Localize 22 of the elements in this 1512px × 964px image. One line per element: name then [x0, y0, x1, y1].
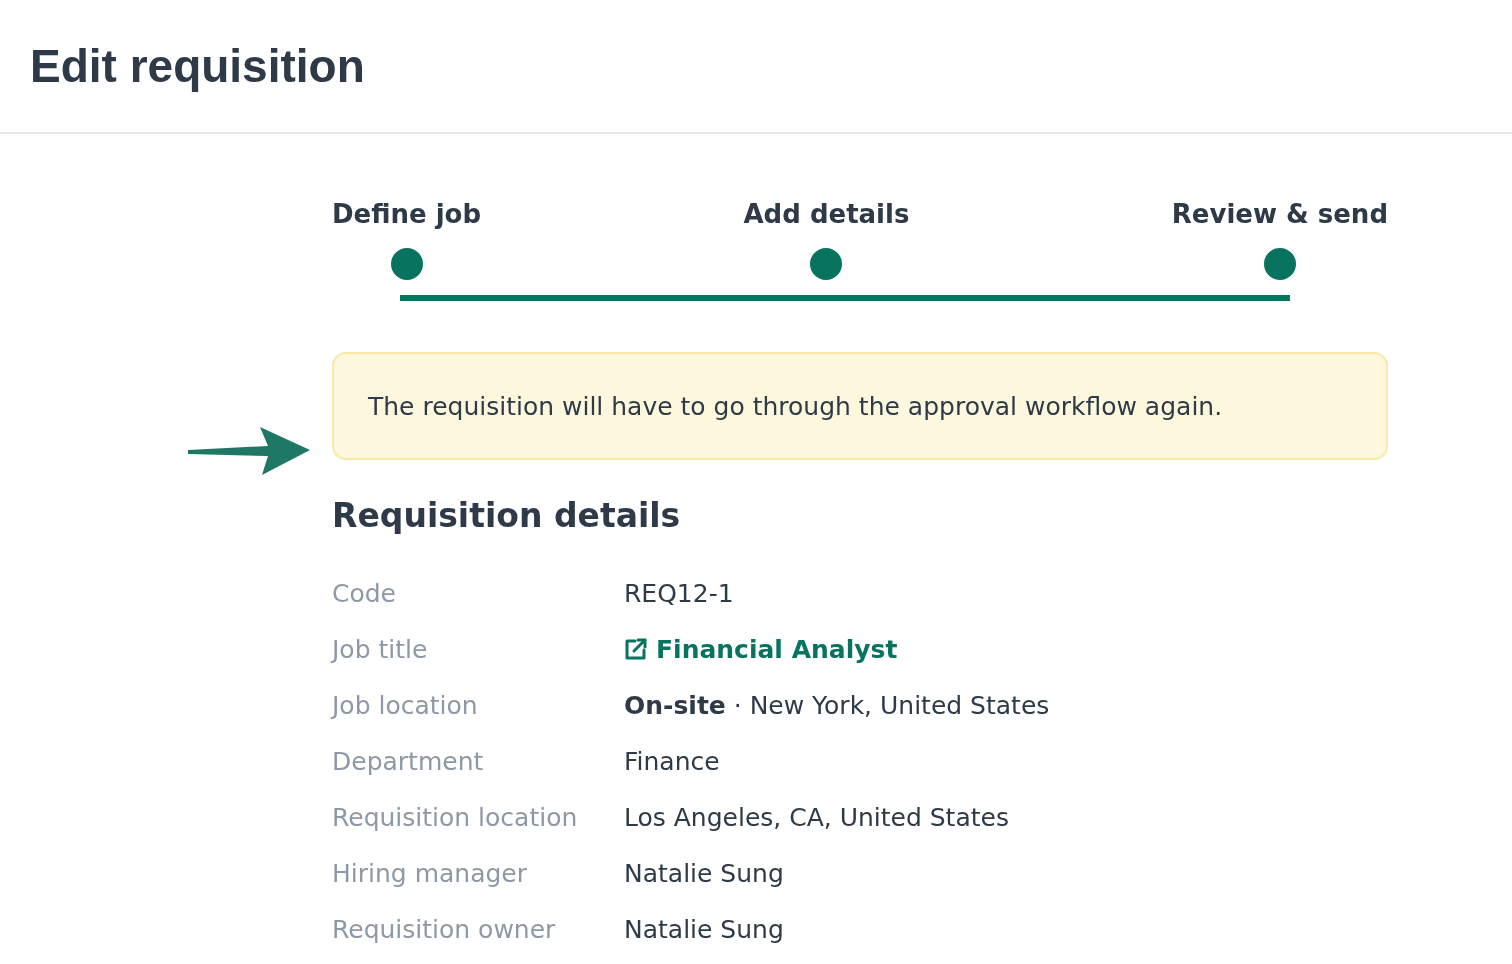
- field-label: Code: [332, 578, 397, 608]
- step-label: Review & send: [1171, 198, 1388, 231]
- field-label: Requisition location: [332, 802, 579, 832]
- field-value: Los Angeles, CA, United States: [624, 802, 1010, 832]
- page-title: Edit requisition: [30, 39, 365, 93]
- field-value: Finance: [624, 746, 721, 776]
- field-value: REQ12-1: [624, 578, 735, 608]
- step-label: Define job: [332, 198, 482, 231]
- external-link-icon: [624, 637, 648, 661]
- field-label: Job title: [332, 634, 429, 664]
- field-value: Natalie Sung: [624, 914, 785, 944]
- field-label: Hiring manager: [332, 858, 528, 888]
- banner-text: The requisition will have to go through the approval workflow again.: [368, 391, 1223, 421]
- step-label: Add details: [743, 198, 910, 231]
- field-value: Natalie Sung: [624, 858, 785, 888]
- field-value: On-site · New York, United States: [624, 690, 1051, 720]
- field-label: Job location: [332, 690, 479, 720]
- job-title-link[interactable]: Financial Analyst: [624, 634, 898, 664]
- section-title: Requisition details: [332, 496, 682, 535]
- field-label: Department: [332, 746, 485, 776]
- arrow-icon: [188, 427, 310, 477]
- field-label: Requisition owner: [332, 914, 557, 944]
